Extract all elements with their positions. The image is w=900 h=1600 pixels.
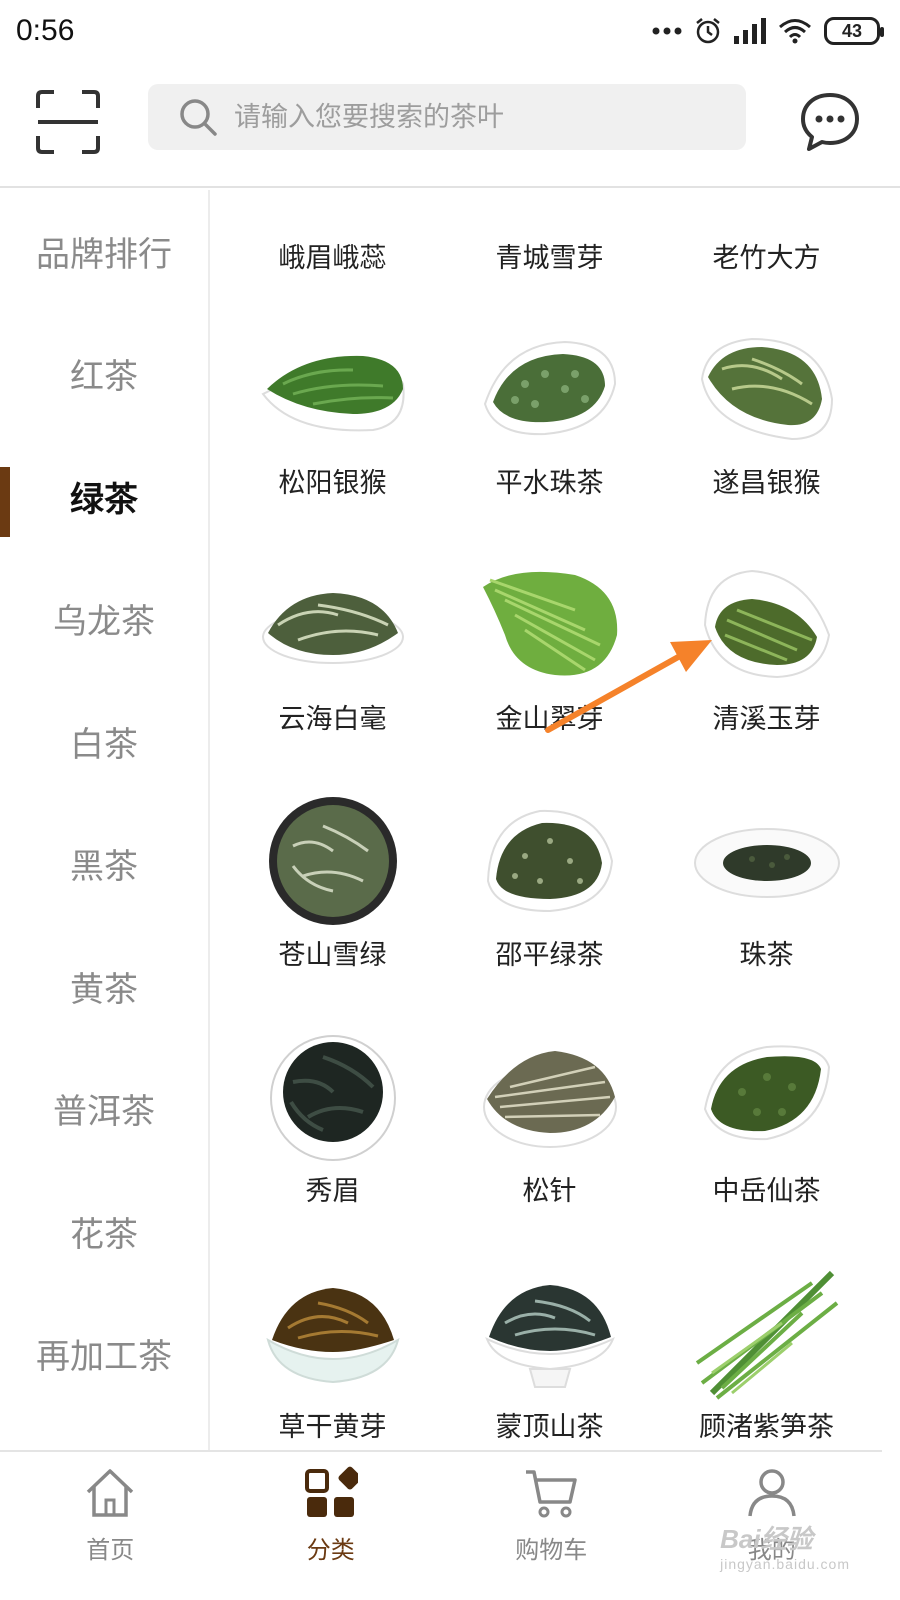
- tea-item[interactable]: 云海白毫: [230, 560, 435, 796]
- search-input[interactable]: [234, 101, 714, 133]
- tea-name: 平水珠茶: [495, 468, 604, 499]
- tea-leaf-image: [447, 1032, 652, 1162]
- tea-name: 蒙顶山茶: [495, 1412, 604, 1443]
- nav-category-label: 分类: [306, 1536, 355, 1564]
- status-bar: 0:56 43: [0, 0, 900, 62]
- status-time: 0:56: [16, 14, 75, 47]
- sidebar-item-reprocessed-tea[interactable]: 再加工茶: [0, 1293, 208, 1416]
- tea-name[interactable]: 老竹大方: [664, 236, 869, 324]
- tea-item[interactable]: 清溪玉芽: [664, 560, 869, 796]
- category-grid-icon: [304, 1466, 358, 1517]
- category-sidebar: 品牌排行 红茶 绿茶 乌龙茶 白茶 黑茶 黄茶 普洱茶 花茶 再加工茶: [0, 190, 210, 1450]
- tea-name: 顾渚紫笋茶: [699, 1412, 834, 1443]
- tea-item[interactable]: 金山翠芽: [447, 560, 652, 796]
- tea-leaf-image: [230, 1032, 435, 1162]
- tea-name: 秀眉: [305, 1176, 360, 1207]
- sidebar-item-white-tea[interactable]: 白茶: [0, 680, 208, 803]
- nav-home[interactable]: 首页: [0, 1452, 221, 1600]
- tea-leaf-image: [664, 1032, 869, 1162]
- wifi-icon: [778, 18, 812, 44]
- nav-mine-label: 我的: [747, 1536, 796, 1564]
- tea-leaf-image: [447, 1268, 652, 1398]
- sidebar-item-puer-tea[interactable]: 普洱茶: [0, 1048, 208, 1171]
- tea-name: 珠茶: [739, 940, 794, 971]
- tea-name[interactable]: 青城雪芽: [447, 236, 652, 324]
- tea-item[interactable]: 平水珠茶: [447, 324, 652, 560]
- tea-item[interactable]: 秀眉: [230, 1032, 435, 1268]
- shopping-cart-icon: [526, 1470, 577, 1518]
- tea-leaf-image: [230, 1268, 435, 1398]
- sidebar-item-brand-ranking[interactable]: 品牌排行: [0, 190, 208, 313]
- tea-item[interactable]: 中岳仙茶: [664, 1032, 869, 1268]
- tea-item[interactable]: 松阳银猴: [230, 324, 435, 560]
- tea-name: 中岳仙茶: [712, 1176, 821, 1207]
- tea-grid: 松阳银猴 平水珠茶 遂昌银猴 云海白毫 金山翠芽 清溪玉芽 苍山雪绿 邵平绿茶 …: [212, 324, 882, 1450]
- tea-leaf-image: [230, 324, 435, 454]
- chat-bubble-icon: [801, 93, 859, 151]
- tea-leaf-image: [664, 560, 869, 690]
- tea-leaf-image: [664, 324, 869, 454]
- alarm-icon: [694, 17, 722, 45]
- tea-name[interactable]: 峨眉峨蕊: [230, 236, 435, 324]
- tea-leaf-image: [230, 560, 435, 690]
- tea-name: 邵平绿茶: [495, 940, 604, 971]
- tea-name: 清溪玉芽: [712, 704, 821, 735]
- tea-item[interactable]: 蒙顶山茶: [447, 1268, 652, 1450]
- tea-item[interactable]: 草干黄芽: [230, 1268, 435, 1450]
- nav-category[interactable]: 分类: [221, 1452, 442, 1600]
- tea-leaf-image: [230, 796, 435, 926]
- battery-icon: 43: [824, 17, 884, 45]
- tea-grid-panel: 峨眉峨蕊 青城雪芽 老竹大方 松阳银猴 平水珠茶 遂昌银猴 云海白毫 金山翠芽 …: [212, 190, 882, 1450]
- tea-leaf-image: [447, 560, 652, 690]
- top-row-labels: 峨眉峨蕊 青城雪芽 老竹大方: [212, 190, 882, 324]
- message-button[interactable]: [798, 90, 862, 154]
- scan-button[interactable]: [34, 88, 102, 156]
- sidebar-item-oolong-tea[interactable]: 乌龙茶: [0, 558, 208, 681]
- nav-cart-label: 购物车: [515, 1536, 588, 1564]
- search-bar[interactable]: [148, 84, 746, 150]
- tea-name: 遂昌银猴: [712, 468, 821, 499]
- nav-cart[interactable]: 购物车: [441, 1452, 662, 1600]
- tea-item[interactable]: 邵平绿茶: [447, 796, 652, 1032]
- nav-mine[interactable]: 我的: [662, 1452, 883, 1600]
- tea-name: 苍山雪绿: [278, 940, 387, 971]
- sidebar-item-yellow-tea[interactable]: 黄茶: [0, 925, 208, 1048]
- sidebar-item-dark-tea[interactable]: 黑茶: [0, 803, 208, 926]
- tea-item[interactable]: 松针: [447, 1032, 652, 1268]
- tea-item[interactable]: 苍山雪绿: [230, 796, 435, 1032]
- more-dots-icon: [652, 26, 682, 36]
- tea-name: 云海白毫: [278, 704, 387, 735]
- tea-leaf-image: [447, 324, 652, 454]
- bottom-nav: 首页 分类 购物车 我的: [0, 1450, 882, 1600]
- tea-item[interactable]: 遂昌银猴: [664, 324, 869, 560]
- tea-name: 草干黄芽: [278, 1412, 387, 1443]
- tea-name: 松针: [522, 1176, 577, 1207]
- tea-leaf-image: [447, 796, 652, 926]
- home-icon: [87, 1469, 134, 1517]
- sidebar-item-black-tea[interactable]: 红茶: [0, 313, 208, 436]
- signal-icon: [734, 18, 766, 44]
- sidebar-item-flower-tea[interactable]: 花茶: [0, 1170, 208, 1293]
- tea-name: 松阳银猴: [278, 468, 387, 499]
- user-icon: [748, 1469, 796, 1517]
- scan-icon: [36, 90, 100, 154]
- sidebar-item-green-tea[interactable]: 绿茶: [0, 435, 208, 558]
- search-icon: [180, 99, 217, 136]
- tea-item[interactable]: 珠茶: [664, 796, 869, 1032]
- tea-leaf-image: [664, 1268, 869, 1400]
- status-icons: 43: [652, 17, 884, 45]
- tea-name: 金山翠芽: [495, 704, 604, 735]
- top-header: [0, 62, 900, 188]
- tea-leaf-image: [664, 796, 869, 926]
- tea-item[interactable]: 顾渚紫笋茶: [664, 1268, 869, 1450]
- nav-home-label: 首页: [86, 1536, 135, 1564]
